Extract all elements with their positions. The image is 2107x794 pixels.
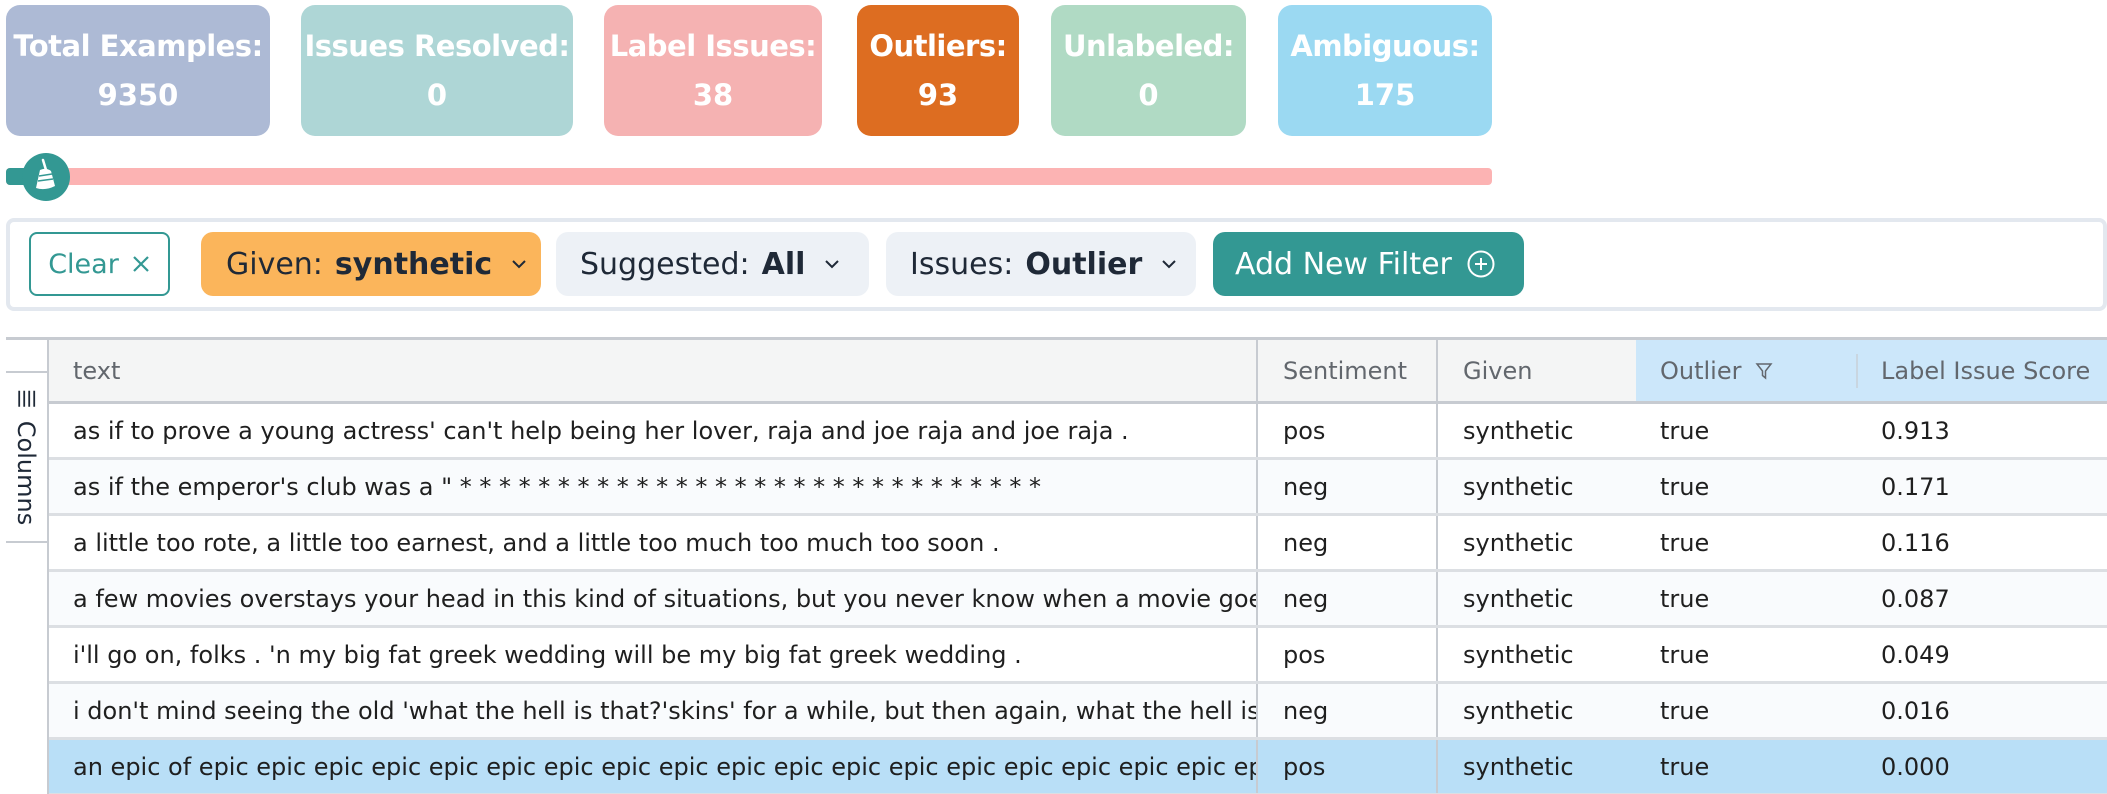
cell-label-issue-score[interactable]: 0.913 [1856, 404, 2107, 457]
stat-label: Ambiguous: [1290, 28, 1480, 63]
cell-sentiment[interactable]: pos [1258, 740, 1436, 793]
add-filter-label: Add New Filter [1235, 246, 1452, 282]
columns-icon [17, 390, 37, 408]
chevron-down-icon [1160, 258, 1178, 270]
clear-filters-button[interactable]: Clear [29, 232, 170, 296]
cell-sentiment[interactable]: pos [1258, 628, 1436, 681]
cell-given[interactable]: synthetic [1438, 740, 1636, 793]
cell-outlier[interactable]: true [1636, 628, 1856, 681]
cell-text[interactable]: an epic of epic epic epic epic epic epic… [49, 740, 1256, 793]
stat-value: 38 [692, 77, 734, 112]
stat-value: 175 [1354, 77, 1416, 112]
cell-given[interactable]: synthetic [1438, 516, 1636, 569]
issues-filter-dropdown[interactable]: Issues: Outlier [886, 232, 1196, 296]
columns-tool-panel-tab[interactable]: Columns [6, 373, 47, 543]
stat-total-examples[interactable]: Total Examples: 9350 [6, 5, 270, 136]
cell-text[interactable]: i don't mind seeing the old 'what the he… [49, 684, 1256, 737]
table-row[interactable]: i don't mind seeing the old 'what the he… [49, 684, 2107, 740]
suggested-filter-dropdown[interactable]: Suggested: All [556, 232, 869, 296]
given-filter-dropdown[interactable]: Given: synthetic [201, 232, 541, 296]
cell-label-issue-score[interactable]: 0.116 [1856, 516, 2107, 569]
cell-sentiment[interactable]: neg [1258, 572, 1436, 625]
cell-outlier[interactable]: true [1636, 572, 1856, 625]
progress-knob[interactable] [22, 153, 70, 201]
cell-text[interactable]: as if to prove a young actress' can't he… [49, 404, 1256, 457]
clear-label: Clear [48, 248, 119, 280]
given-filter-label: Given: [226, 246, 323, 282]
filter-icon[interactable] [1755, 362, 1774, 380]
grid-header-row: text Sentiment Given Outlier Label Issue… [49, 340, 2107, 404]
cell-given[interactable]: synthetic [1438, 460, 1636, 513]
stat-label: Unlabeled: [1062, 28, 1235, 63]
given-filter-value: synthetic [334, 246, 493, 282]
header-label: text [73, 356, 121, 385]
cell-label-issue-score[interactable]: 0.000 [1856, 740, 2107, 793]
cell-text[interactable]: i'll go on, folks . 'n my big fat greek … [49, 628, 1256, 681]
stat-value: 0 [1138, 77, 1159, 112]
cell-text[interactable]: a little too rote, a little too earnest,… [49, 516, 1256, 569]
cell-sentiment[interactable]: neg [1258, 460, 1436, 513]
header-text[interactable]: text [49, 340, 1256, 401]
cell-outlier[interactable]: true [1636, 460, 1856, 513]
grid-side-panel: Columns [6, 340, 49, 794]
cell-given[interactable]: synthetic [1438, 404, 1636, 457]
cell-sentiment[interactable]: neg [1258, 516, 1436, 569]
cell-outlier[interactable]: true [1636, 740, 1856, 793]
add-new-filter-button[interactable]: Add New Filter [1213, 232, 1524, 296]
cell-outlier[interactable]: true [1636, 516, 1856, 569]
stat-label-issues[interactable]: Label Issues: 38 [604, 5, 822, 136]
suggested-filter-label: Suggested: [580, 246, 750, 282]
chevron-down-icon [823, 258, 841, 270]
stat-value: 9350 [97, 77, 179, 112]
columns-tab-label: Columns [12, 420, 41, 526]
cell-label-issue-score[interactable]: 0.171 [1856, 460, 2107, 513]
header-label-issue-score[interactable]: Label Issue Score [1856, 340, 2107, 401]
issues-filter-value: Outlier [1025, 246, 1143, 282]
stat-ambiguous[interactable]: Ambiguous: 175 [1278, 5, 1492, 136]
header-label: Outlier [1660, 356, 1742, 385]
close-icon [131, 254, 151, 274]
stat-label: Outliers: [869, 28, 1007, 63]
resolution-progress-bar [6, 168, 1492, 185]
cell-label-issue-score[interactable]: 0.087 [1856, 572, 2107, 625]
broom-icon [31, 158, 61, 196]
cell-label-issue-score[interactable]: 0.049 [1856, 628, 2107, 681]
plus-circle-icon [1466, 249, 1496, 279]
header-label: Sentiment [1283, 356, 1408, 385]
header-label: Label Issue Score [1881, 356, 2091, 385]
stat-label: Issues Resolved: [304, 28, 570, 63]
cell-given[interactable]: synthetic [1438, 628, 1636, 681]
cell-text[interactable]: as if the emperor's club was a " * * * *… [49, 460, 1256, 513]
stat-outliers[interactable]: Outliers: 93 [857, 5, 1019, 136]
table-row[interactable]: i'll go on, folks . 'n my big fat greek … [49, 628, 2107, 684]
cell-given[interactable]: synthetic [1438, 684, 1636, 737]
stat-label: Total Examples: [13, 28, 263, 63]
stat-issues-resolved[interactable]: Issues Resolved: 0 [301, 5, 573, 136]
table-row[interactable]: a little too rote, a little too earnest,… [49, 516, 2107, 572]
table-row[interactable]: an epic of epic epic epic epic epic epic… [49, 740, 2107, 794]
cell-text[interactable]: a few movies overstays your head in this… [49, 572, 1256, 625]
issues-filter-label: Issues: [910, 246, 1014, 282]
stat-value: 0 [426, 77, 448, 112]
cell-given[interactable]: synthetic [1438, 572, 1636, 625]
table-row[interactable]: as if to prove a young actress' can't he… [49, 404, 2107, 460]
cell-label-issue-score[interactable]: 0.016 [1856, 684, 2107, 737]
header-label: Given [1463, 356, 1533, 385]
cell-sentiment[interactable]: pos [1258, 404, 1436, 457]
stat-label: Label Issues: [609, 28, 817, 63]
suggested-filter-value: All [761, 246, 806, 282]
table-row[interactable]: a few movies overstays your head in this… [49, 572, 2107, 628]
stat-value: 93 [917, 77, 959, 112]
stat-unlabeled[interactable]: Unlabeled: 0 [1051, 5, 1246, 136]
cell-sentiment[interactable]: neg [1258, 684, 1436, 737]
table-row[interactable]: as if the emperor's club was a " * * * *… [49, 460, 2107, 516]
header-sentiment[interactable]: Sentiment [1258, 340, 1436, 401]
header-outlier[interactable]: Outlier [1636, 340, 1856, 401]
cell-outlier[interactable]: true [1636, 684, 1856, 737]
chevron-down-icon [510, 258, 528, 270]
cell-outlier[interactable]: true [1636, 404, 1856, 457]
